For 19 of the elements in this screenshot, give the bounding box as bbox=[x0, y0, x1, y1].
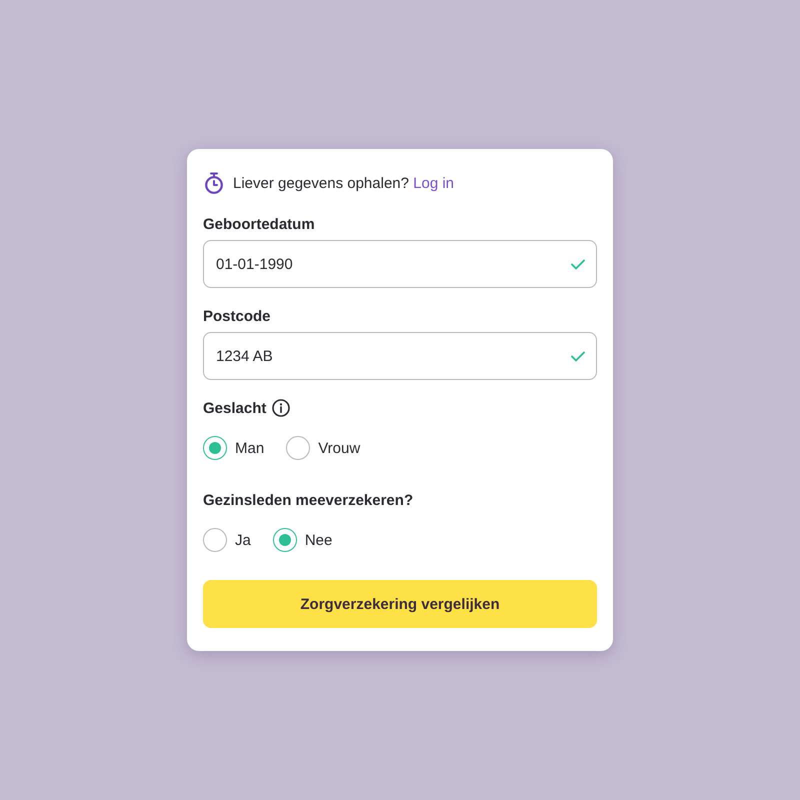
group-label: Geslacht bbox=[203, 400, 266, 416]
info-icon[interactable] bbox=[272, 399, 290, 417]
login-prompt: Liever gegevens ophalen? Log in bbox=[233, 174, 454, 192]
radio-label: Nee bbox=[304, 532, 332, 548]
input-field[interactable]: 1234 AB bbox=[203, 332, 597, 380]
radio-label: Ja bbox=[235, 532, 251, 548]
input-field[interactable]: 01-01-1990 bbox=[203, 240, 597, 288]
radio-button[interactable] bbox=[203, 436, 227, 460]
stopwatch-icon bbox=[204, 172, 224, 194]
field-label: Postcode bbox=[203, 308, 271, 324]
compare-button[interactable]: Zorgverzekering vergelijken bbox=[203, 580, 597, 628]
radio-label: Vrouw bbox=[318, 440, 360, 456]
radio-button[interactable] bbox=[272, 528, 297, 552]
field-label: Geboortedatum bbox=[203, 216, 315, 232]
radio-button[interactable] bbox=[203, 528, 227, 552]
radio-label: Man bbox=[235, 440, 264, 456]
group-label: Gezinsleden meeverzekeren? bbox=[203, 492, 414, 508]
login-link[interactable]: Log in bbox=[413, 174, 454, 192]
radio-button[interactable] bbox=[286, 436, 310, 460]
